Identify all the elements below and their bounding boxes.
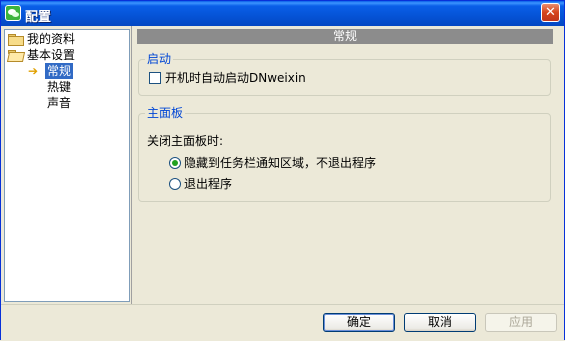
tree-item-label: 常规 — [45, 63, 74, 79]
ok-button[interactable]: 确定 — [323, 313, 395, 332]
tree-item-label: 基本设置 — [27, 48, 76, 62]
tree-item-label: 声音 — [47, 96, 72, 110]
window-title: 配置 — [25, 10, 52, 25]
hide-to-tray-label[interactable]: 隐藏到任务栏通知区域，不退出程序 — [184, 156, 376, 170]
autostart-label[interactable]: 开机时自动启动DNweixin — [165, 71, 306, 85]
cancel-button[interactable]: 取消 — [404, 313, 476, 332]
config-window: 配置 ✕ 我的资料 基本设置 ➔ 常规 热键 声音 常规 启动 开机时自动启动D… — [0, 0, 565, 341]
hide-to-tray-radio[interactable] — [169, 157, 181, 169]
exit-program-label[interactable]: 退出程序 — [184, 177, 232, 191]
title-bar[interactable]: 配置 ✕ — [1, 1, 564, 26]
arrow-right-icon: ➔ — [28, 64, 39, 78]
settings-tree: 我的资料 基本设置 ➔ 常规 热键 声音 — [4, 29, 130, 302]
button-bar: 确定 取消 应用 — [1, 304, 564, 341]
exit-program-radio[interactable] — [169, 178, 181, 190]
tree-item-label: 我的资料 — [27, 32, 76, 46]
folder-open-icon — [6, 50, 26, 62]
wechat-app-icon — [5, 5, 21, 21]
mainpanel-group: 主面板 关闭主面板时: 隐藏到任务栏通知区域，不退出程序 退出程序 — [138, 106, 551, 202]
startup-group-title: 启动 — [145, 52, 174, 66]
tree-item-label: 热键 — [47, 80, 72, 94]
autostart-checkbox[interactable] — [149, 72, 161, 84]
tree-item-hotkeys[interactable]: 热键 — [47, 79, 71, 95]
close-button[interactable]: ✕ — [541, 3, 560, 22]
startup-group: 启动 开机时自动启动DNweixin — [138, 52, 551, 96]
pane-divider[interactable] — [131, 26, 132, 304]
tree-item-sound[interactable]: 声音 — [47, 95, 71, 111]
folder-icon — [8, 34, 24, 46]
settings-panel: 常规 启动 开机时自动启动DNweixin 主面板 关闭主面板时: 隐藏到任务栏… — [133, 26, 565, 304]
panel-header: 常规 — [137, 29, 553, 44]
mainpanel-group-title: 主面板 — [145, 106, 186, 120]
close-behavior-label: 关闭主面板时: — [147, 134, 224, 148]
apply-button[interactable]: 应用 — [485, 313, 557, 332]
close-icon: ✕ — [545, 5, 556, 20]
